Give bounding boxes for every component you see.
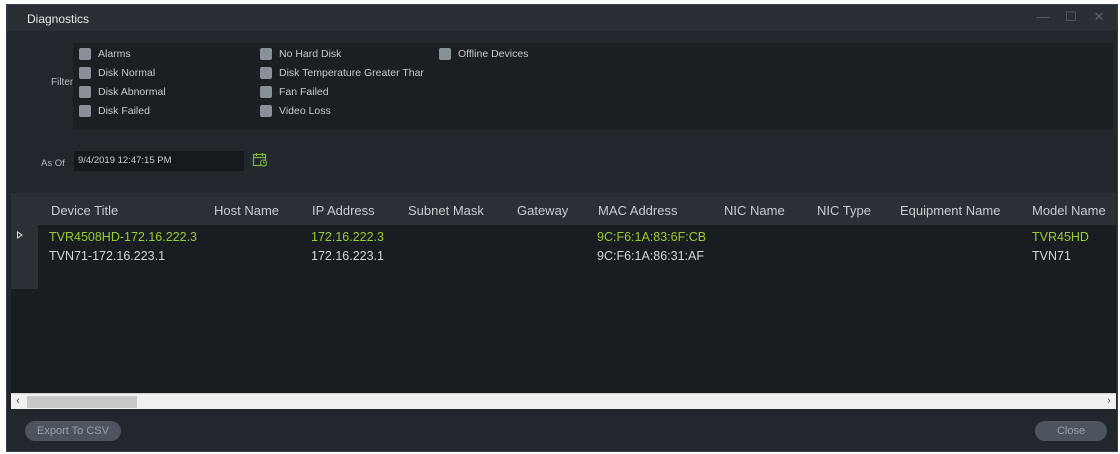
cell-ip-address: 172.16.223.1 [311,249,384,263]
filter-label: Disk Normal [98,67,156,79]
cell-model-name: TVN71 [1032,249,1071,263]
filter-label: Disk Abnormal [98,86,166,98]
column-header-model-name[interactable]: Model Name [1032,203,1106,218]
checkbox-icon[interactable] [439,48,451,60]
window-title: Diagnostics [27,12,90,26]
filter-label: Fan Failed [279,86,329,98]
row-selector-column [11,225,38,289]
title-bar: Diagnostics — ☐ ✕ [7,5,1117,31]
diagnostics-window: Diagnostics — ☐ ✕ Filters Alarms Disk No… [6,4,1118,452]
horizontal-scrollbar[interactable]: ‹ › [11,393,1116,409]
current-row-indicator-icon [17,231,23,239]
filter-label: Offline Devices [458,48,529,60]
scroll-right-icon[interactable]: › [1102,394,1116,410]
filter-label: Video Loss [279,105,331,117]
devices-table: Device Title Host Name IP Address Subnet… [11,193,1116,409]
checkbox-icon[interactable] [79,105,91,117]
cell-model-name: TVR45HD [1032,230,1089,244]
column-header-host-name[interactable]: Host Name [214,203,279,218]
filter-disk-normal[interactable]: Disk Normal [79,67,155,79]
cell-mac-address: 9C:F6:1A:86:31:AF [597,249,705,263]
scrollbar-thumb[interactable] [27,396,137,408]
checkbox-icon[interactable] [79,86,91,98]
checkbox-icon[interactable] [260,86,272,98]
checkbox-icon[interactable] [79,48,91,60]
filter-no-hard-disk[interactable]: No Hard Disk [260,48,341,60]
calendar-icon[interactable] [252,152,268,167]
column-header-equipment-name[interactable]: Equipment Name [900,203,1000,218]
checkbox-icon[interactable] [260,67,272,79]
column-header-nic-name[interactable]: NIC Name [724,203,785,218]
column-header-nic-type[interactable]: NIC Type [817,203,871,218]
close-button[interactable]: Close [1035,421,1107,441]
filter-alarms[interactable]: Alarms [79,48,131,60]
column-header-mac-address[interactable]: MAC Address [598,203,677,218]
filter-offline-devices[interactable]: Offline Devices [439,48,528,60]
column-header-ip-address[interactable]: IP Address [312,203,375,218]
filter-disk-temperature[interactable]: Disk Temperature Greater Thar [260,67,424,79]
column-header-device-title[interactable]: Device Title [51,203,118,218]
minimize-icon[interactable]: — [1035,9,1051,25]
column-header-subnet-mask[interactable]: Subnet Mask [408,203,484,218]
filter-label: Alarms [98,48,131,60]
export-to-csv-button[interactable]: Export To CSV [25,421,121,441]
checkbox-icon[interactable] [79,67,91,79]
window-controls: — ☐ ✕ [1035,9,1107,25]
cell-mac-address: 9C:F6:1A:83:6F:CB [597,230,707,244]
maximize-icon[interactable]: ☐ [1063,9,1079,25]
filter-fan-failed[interactable]: Fan Failed [260,86,329,98]
column-header-gateway[interactable]: Gateway [517,203,568,218]
filter-video-loss[interactable]: Video Loss [260,105,331,117]
filters-panel: Alarms Disk Normal Disk Abnormal Disk Fa… [73,43,1113,129]
as-of-label: As Of [41,158,65,169]
checkbox-icon[interactable] [260,105,272,117]
as-of-datetime-field[interactable]: 9/4/2019 12:47:15 PM [74,151,244,171]
filter-disk-failed[interactable]: Disk Failed [79,105,150,117]
filter-disk-abnormal[interactable]: Disk Abnormal [79,86,166,98]
filter-label: Disk Temperature Greater Thar [279,67,424,79]
checkbox-icon[interactable] [260,48,272,60]
cell-device-title: TVN71-172.16.223.1 [49,249,166,263]
table-header: Device Title Host Name IP Address Subnet… [11,193,1116,225]
cell-device-title: TVR4508HD-172.16.222.3 [49,230,198,244]
scroll-left-icon[interactable]: ‹ [11,394,25,410]
filter-label: No Hard Disk [279,48,342,60]
cell-ip-address: 172.16.222.3 [311,230,384,244]
filter-label: Disk Failed [98,105,150,117]
close-icon[interactable]: ✕ [1091,9,1107,25]
